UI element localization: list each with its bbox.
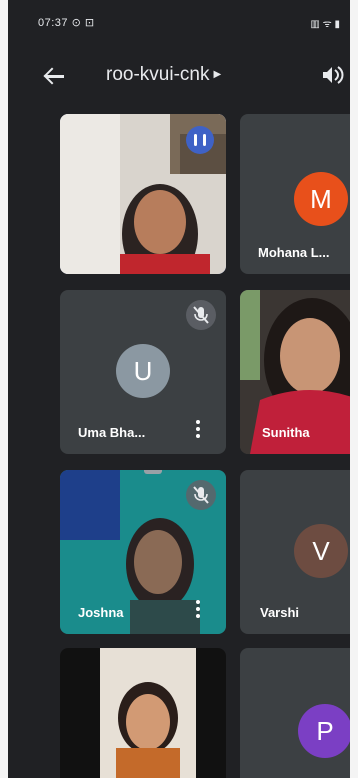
more-options-icon[interactable] [196, 420, 200, 438]
participant-name: Mohana L... [258, 245, 330, 260]
participant-tile-1[interactable] [60, 114, 226, 274]
participant-name: Varshi [260, 605, 300, 620]
participant-tile-8[interactable]: P [240, 648, 350, 778]
speaking-indicator-icon [186, 126, 214, 154]
participant-tile-4[interactable]: Sunitha [240, 290, 350, 454]
more-options-icon[interactable] [196, 600, 200, 618]
participant-name: Uma Bha... [78, 425, 146, 440]
chevron-right-icon: ▶ [213, 69, 222, 81]
meeting-title[interactable]: roo-kvui-cnk ▶ [106, 64, 221, 86]
participant-video-7 [60, 648, 226, 778]
status-bar: 07:37 ⊙ ⊡ ▥ ᯤ ▮ [8, 0, 350, 40]
participant-avatar: P [298, 704, 350, 758]
status-time: 07:37 ⊙ ⊡ [38, 17, 95, 29]
back-arrow-icon[interactable] [40, 62, 68, 90]
meeting-code: roo-kvui-cnk [106, 64, 210, 85]
participant-name: Joshna [78, 605, 124, 620]
participant-tile-7[interactable] [60, 648, 226, 778]
mic-off-icon [186, 300, 216, 330]
tile-drag-handle [144, 470, 162, 474]
mic-off-icon [186, 480, 216, 510]
participant-tile-2[interactable]: M Mohana L... [240, 114, 350, 274]
participant-avatar: V [294, 524, 348, 578]
status-icons: ▥ ᯤ ▮ [310, 19, 340, 30]
participant-tile-3[interactable]: U Uma Bha... [60, 290, 226, 454]
participant-avatar: M [294, 172, 348, 226]
app-bar: roo-kvui-cnk ▶ [8, 50, 350, 100]
speaker-icon[interactable] [320, 64, 344, 86]
participant-avatar: U [116, 344, 170, 398]
participant-tile-6[interactable]: V Varshi [240, 470, 350, 634]
participant-tile-5[interactable]: Joshna [60, 470, 226, 634]
phone-screen: 07:37 ⊙ ⊡ ▥ ᯤ ▮ roo-kvui-cnk ▶ M Mohana L… [8, 0, 350, 778]
participant-name: Sunitha [262, 425, 310, 440]
